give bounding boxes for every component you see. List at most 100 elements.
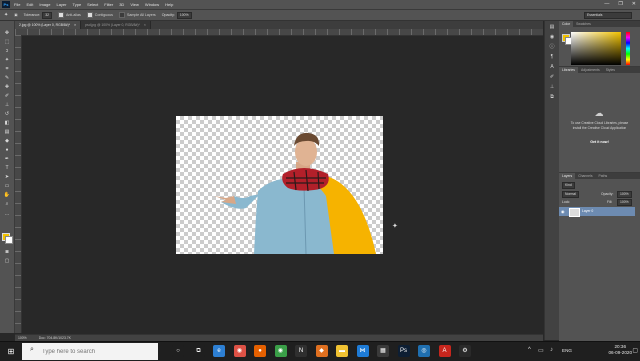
notifications-icon[interactable]: ▢ xyxy=(632,347,638,354)
zoom-tool-icon[interactable]: ⌕ xyxy=(3,201,11,208)
layer-name[interactable]: Layer 0 xyxy=(582,209,593,213)
camera-icon[interactable]: ◎ xyxy=(418,345,430,357)
photoshop-icon[interactable]: Ps xyxy=(397,345,410,357)
hand-tool-icon[interactable]: ✋ xyxy=(3,192,11,199)
menu-3d[interactable]: 3D xyxy=(119,2,124,7)
menu-layer[interactable]: Layer xyxy=(56,2,66,7)
horizontal-ruler[interactable] xyxy=(15,29,543,36)
quick-mask-icon[interactable]: ◙ xyxy=(3,249,11,256)
path-selection-tool-icon[interactable]: ➤ xyxy=(3,174,11,181)
vertical-ruler[interactable] xyxy=(15,35,22,333)
tab-channels[interactable]: Channels xyxy=(575,173,595,179)
tab-libraries[interactable]: Libraries xyxy=(559,67,579,73)
paragraph-panel-icon[interactable]: ¶ xyxy=(548,54,556,61)
tab-psd-jpg[interactable]: psd.jpg @ 100% (Layer 0, RGB/8#)* × xyxy=(81,21,151,29)
visibility-eye-icon[interactable]: ◉ xyxy=(561,209,565,214)
tab-adjustments[interactable]: Adjustments xyxy=(578,67,603,73)
anti-alias-checkbox[interactable] xyxy=(57,12,64,18)
gradient-tool-icon[interactable]: ▤ xyxy=(3,129,11,136)
fill-input[interactable]: 100% xyxy=(617,199,632,206)
menu-image[interactable]: Image xyxy=(39,2,50,7)
document-canvas[interactable] xyxy=(176,116,383,254)
lasso-tool-icon[interactable]: ↄ xyxy=(3,48,11,55)
more-tools-icon[interactable]: … xyxy=(3,211,11,218)
maximize-button[interactable]: ❐ xyxy=(618,1,622,7)
close-tab-icon[interactable]: × xyxy=(74,23,76,27)
task-view-icon[interactable]: ⧉ xyxy=(192,345,205,357)
blur-tool-icon[interactable]: ◆ xyxy=(3,138,11,145)
firefox-icon[interactable]: ● xyxy=(254,345,266,357)
opacity-input[interactable]: 100% xyxy=(176,11,192,19)
hue-slider[interactable] xyxy=(626,32,630,65)
menu-window[interactable]: Window xyxy=(145,2,159,7)
color-picker-field[interactable] xyxy=(571,32,621,65)
marquee-tool-icon[interactable]: ⬚ xyxy=(3,39,11,46)
zoom-level[interactable]: 100% xyxy=(18,336,27,340)
search-input[interactable] xyxy=(42,343,152,360)
brush-panel-icon[interactable]: ✐ xyxy=(548,74,556,81)
character-panel-icon[interactable]: A xyxy=(548,64,556,71)
tab-paths[interactable]: Paths xyxy=(596,173,611,179)
layer-opacity-input[interactable]: 100% xyxy=(617,191,632,198)
tolerance-input[interactable]: 32 xyxy=(42,11,52,19)
properties-panel-icon[interactable]: ◉ xyxy=(548,34,556,41)
brush-tool-icon[interactable]: ✐ xyxy=(3,93,11,100)
tab-layers[interactable]: Layers xyxy=(559,173,576,179)
minimize-button[interactable]: — xyxy=(604,1,609,7)
menu-view[interactable]: View xyxy=(130,2,139,7)
taskbar-clock[interactable]: 20:36 06-09-2020 xyxy=(609,344,633,356)
shape-tool-icon[interactable]: ▭ xyxy=(3,183,11,190)
close-tab-icon[interactable]: × xyxy=(144,23,146,27)
tab-styles[interactable]: Styles xyxy=(603,67,618,73)
edge-icon[interactable]: e xyxy=(213,345,225,357)
selection-mode-icon[interactable]: ▣ xyxy=(14,13,17,17)
healing-tool-icon[interactable]: ✚ xyxy=(3,84,11,91)
menu-file[interactable]: File xyxy=(14,2,20,7)
acrobat-icon[interactable]: A xyxy=(438,345,451,357)
eyedropper-tool-icon[interactable]: ✎ xyxy=(3,75,11,82)
notion-icon[interactable]: N xyxy=(295,345,307,357)
clone-source-panel-icon[interactable]: ⊥ xyxy=(548,84,556,91)
menu-filter[interactable]: Filter xyxy=(104,2,113,7)
menu-edit[interactable]: Edit xyxy=(26,2,33,7)
menu-help[interactable]: Help xyxy=(165,2,173,7)
windows-start-icon[interactable]: ⊞ xyxy=(0,342,22,361)
sample-all-checkbox[interactable] xyxy=(118,12,125,18)
dodge-tool-icon[interactable]: ● xyxy=(3,147,11,154)
taskbar-search-box[interactable]: ⌕ xyxy=(22,343,158,360)
store-icon[interactable]: ▦ xyxy=(377,345,389,357)
tab-2-jpg[interactable]: 2.jpg @ 100% (Layer 0, RGB/8#)* × xyxy=(15,21,82,29)
crop-tool-icon[interactable]: ⌗ xyxy=(3,66,11,73)
blend-mode-select[interactable]: Normal xyxy=(562,191,579,198)
tab-swatches[interactable]: Swatches xyxy=(573,21,594,27)
navigator-panel-icon[interactable]: ⧉ xyxy=(548,94,556,101)
cortana-icon[interactable]: ○ xyxy=(172,345,184,357)
type-tool-icon[interactable]: T xyxy=(3,165,11,172)
volume-icon[interactable]: ♪ xyxy=(550,347,553,353)
magic-wand-tool-icon[interactable]: ✦ xyxy=(3,57,11,64)
magic-wand-preset-icon[interactable]: ✦ xyxy=(4,12,8,18)
close-button[interactable]: ✕ xyxy=(632,1,636,7)
info-panel-icon[interactable]: ⓘ xyxy=(548,44,556,51)
menu-select[interactable]: Select xyxy=(87,2,98,7)
network-icon[interactable]: ▭ xyxy=(538,347,544,354)
move-tool-icon[interactable]: ✥ xyxy=(3,30,11,37)
file-explorer-icon[interactable]: ▬ xyxy=(336,345,348,357)
stamp-tool-icon[interactable]: ⊥ xyxy=(3,102,11,109)
app-orange-icon[interactable]: ◆ xyxy=(315,345,328,357)
contiguous-checkbox[interactable] xyxy=(86,12,93,18)
chrome-icon[interactable]: ◉ xyxy=(233,345,246,357)
vscode-icon[interactable]: ⋈ xyxy=(356,345,369,357)
background-color-swatch[interactable] xyxy=(5,236,13,244)
screen-mode-icon[interactable]: ▢ xyxy=(3,258,11,265)
settings-icon[interactable]: ⚙ xyxy=(459,345,471,357)
history-brush-tool-icon[interactable]: ↺ xyxy=(3,111,11,118)
history-panel-icon[interactable]: ▤ xyxy=(548,24,556,31)
chrome-alt-icon[interactable]: ◉ xyxy=(274,345,287,357)
notification-chevron-icon[interactable]: ^ xyxy=(528,347,531,353)
layer-row[interactable]: ◉ Layer 0 xyxy=(559,207,635,217)
layer-filter-kind[interactable]: Kind xyxy=(562,182,575,189)
menu-type[interactable]: Type xyxy=(73,2,82,7)
workspace-select[interactable]: Essentials xyxy=(584,12,632,19)
get-it-now-link[interactable]: Get it now! xyxy=(559,140,640,144)
